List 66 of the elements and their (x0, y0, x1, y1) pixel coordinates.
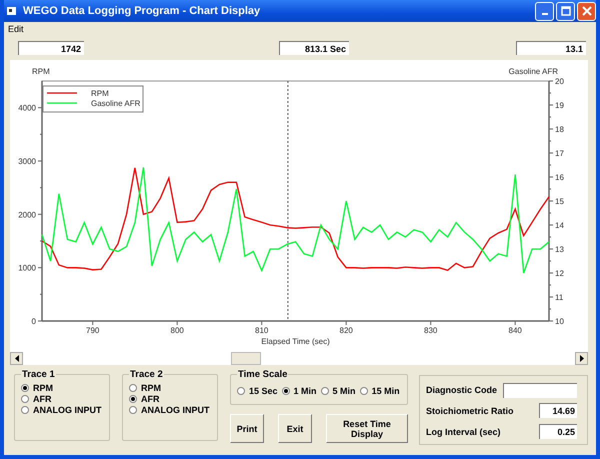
legend-label: Gasoline AFR (91, 99, 140, 108)
radio-option[interactable]: 15 Sec (237, 385, 278, 396)
legend-label: RPM (91, 89, 109, 98)
x-axis-label: Elapsed Time (sec) (261, 337, 330, 346)
radio-option[interactable]: ANALOG INPUT (129, 404, 211, 415)
y-tick-label: 4000 (18, 104, 36, 113)
radio-option[interactable]: AFR (21, 393, 103, 404)
y-tick-label: 13 (555, 245, 564, 254)
radio-option[interactable]: 5 Min (320, 385, 356, 396)
x-tick-label: 800 (170, 326, 184, 335)
close-icon (582, 6, 592, 16)
group-title: Time Scale (237, 369, 288, 380)
y-axis-label: Gasoline AFR (508, 67, 558, 76)
y-tick-label: 1000 (18, 264, 36, 273)
x-tick-label: 840 (508, 326, 522, 335)
input-field[interactable] (503, 382, 577, 398)
action-button[interactable]: Print (230, 414, 264, 443)
app-icon (6, 5, 18, 17)
y-tick-label: 17 (555, 149, 564, 158)
input-field[interactable]: 14.69 (539, 403, 577, 418)
y-tick-label: 12 (555, 269, 564, 278)
action-button[interactable]: Exit (278, 414, 312, 443)
y-axis-label: RPM (32, 67, 50, 76)
group-title: Trace 2 (129, 369, 164, 380)
close-button[interactable] (577, 2, 596, 20)
readout-field: 13.1 (516, 41, 586, 55)
y-tick-label: 18 (555, 125, 564, 134)
y-tick-label: 15 (555, 197, 564, 206)
y-tick-label: 19 (555, 101, 564, 110)
y-tick-label: 10 (555, 317, 564, 326)
readout-field: 1742 (18, 41, 84, 55)
radio-option[interactable]: ANALOG INPUT (21, 404, 103, 415)
left-arrow-icon (14, 355, 18, 362)
scroll-thumb[interactable] (231, 352, 261, 365)
scroll-right-button[interactable] (575, 352, 588, 365)
y-tick-label: 16 (555, 173, 564, 182)
setting-label: Stoichiometric Ratio (426, 406, 514, 416)
input-field[interactable]: 0.25 (539, 424, 577, 440)
horizontal-scrollbar[interactable] (10, 352, 588, 365)
minimize-button[interactable] (535, 2, 554, 20)
y-tick-label: 2000 (18, 210, 36, 220)
x-tick-label: 790 (86, 326, 100, 335)
radio-option[interactable]: 1 Min (282, 385, 317, 396)
y-tick-label: 11 (555, 293, 564, 302)
y-tick-label: 20 (555, 77, 564, 86)
maximize-icon (560, 6, 570, 16)
setting-label: Log Interval (sec) (426, 426, 501, 437)
y-tick-label: 3000 (18, 157, 36, 166)
radio-option[interactable]: RPM (21, 382, 103, 393)
right-arrow-icon (580, 355, 584, 362)
x-tick-label: 810 (255, 326, 268, 335)
scroll-left-button[interactable] (10, 352, 23, 365)
group-title: Trace 1 (21, 369, 56, 380)
y-tick-label: 0 (32, 317, 36, 326)
radio-option[interactable]: RPM (129, 382, 211, 393)
readout-field: 813.1 Sec (279, 41, 349, 55)
window-title: WEGO Data Logging Program - Chart Display (23, 5, 262, 17)
radio-option[interactable]: 15 Min (360, 385, 400, 396)
y-tick-label: 14 (555, 221, 564, 230)
menu-item[interactable]: Edit (8, 24, 24, 34)
radio-option[interactable]: AFR (129, 393, 211, 404)
action-button[interactable]: Reset Time Display (326, 414, 408, 443)
setting-label: Diagnostic Code (426, 385, 498, 396)
x-tick-label: 820 (340, 326, 353, 335)
maximize-button[interactable] (556, 2, 575, 20)
x-tick-label: 830 (424, 326, 438, 335)
